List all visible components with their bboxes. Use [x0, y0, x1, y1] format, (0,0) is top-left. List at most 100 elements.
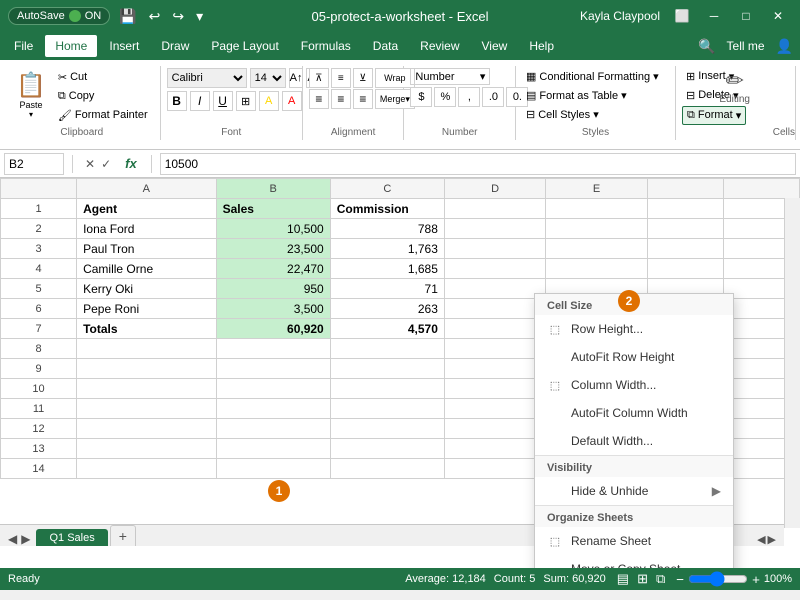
ribbon-toggle-button[interactable]: ⬜: [668, 6, 696, 26]
cell-a10[interactable]: [77, 379, 217, 399]
cell-c6[interactable]: 263: [330, 299, 444, 319]
undo-button[interactable]: ↩: [146, 7, 164, 26]
cell-a4[interactable]: Camille Orne: [77, 259, 217, 279]
cell-b6[interactable]: 3,500: [216, 299, 330, 319]
save-button[interactable]: 💾: [116, 7, 139, 26]
cell-c10[interactable]: [330, 379, 444, 399]
menu-help[interactable]: Help: [519, 35, 564, 57]
cell-a11[interactable]: [77, 399, 217, 419]
cell-d7[interactable]: [444, 319, 545, 339]
cell-c14[interactable]: [330, 459, 444, 479]
col-header-a[interactable]: A: [77, 179, 217, 199]
cell-c8[interactable]: [330, 339, 444, 359]
autofit-row-height-item[interactable]: AutoFit Row Height: [535, 343, 733, 371]
cell-reference-input[interactable]: [4, 153, 64, 175]
default-width-item[interactable]: Default Width...: [535, 427, 733, 455]
more-qa-button[interactable]: ▾: [193, 7, 206, 26]
minimize-button[interactable]: ─: [700, 6, 728, 26]
decrease-decimal-button[interactable]: .0: [482, 87, 504, 107]
fill-color-button[interactable]: A: [259, 91, 279, 111]
search-button[interactable]: 🔍: [695, 37, 718, 56]
cell-a3[interactable]: Paul Tron: [77, 239, 217, 259]
cell-f3[interactable]: [647, 239, 723, 259]
underline-button[interactable]: U: [213, 91, 233, 111]
cell-c3[interactable]: 1,763: [330, 239, 444, 259]
italic-button[interactable]: I: [190, 91, 210, 111]
cell-b8[interactable]: [216, 339, 330, 359]
cell-d13[interactable]: [444, 439, 545, 459]
menu-insert[interactable]: Insert: [99, 35, 149, 57]
cell-c1[interactable]: Commission: [330, 199, 444, 219]
cell-c13[interactable]: [330, 439, 444, 459]
vertical-scrollbar[interactable]: [784, 198, 800, 528]
col-header-b[interactable]: B: [216, 179, 330, 199]
cell-d6[interactable]: [444, 299, 545, 319]
cell-a13[interactable]: [77, 439, 217, 459]
cell-a8[interactable]: [77, 339, 217, 359]
cell-d1[interactable]: [444, 199, 545, 219]
format-as-table-button[interactable]: ▤ Format as Table ▾: [522, 87, 631, 104]
cell-c5[interactable]: 71: [330, 279, 444, 299]
page-break-view-button[interactable]: ⧉: [653, 571, 668, 587]
normal-view-button[interactable]: ▤: [614, 571, 632, 587]
comma-button[interactable]: ,: [458, 87, 480, 107]
cell-b3[interactable]: 23,500: [216, 239, 330, 259]
add-sheet-button[interactable]: +: [110, 525, 136, 546]
cell-d3[interactable]: [444, 239, 545, 259]
cell-b4[interactable]: 22,470: [216, 259, 330, 279]
cell-e2[interactable]: [546, 219, 647, 239]
cell-a12[interactable]: [77, 419, 217, 439]
cell-d8[interactable]: [444, 339, 545, 359]
cell-a5[interactable]: Kerry Oki: [77, 279, 217, 299]
copy-button[interactable]: ⧉Copy: [54, 88, 152, 105]
tab-prev-button[interactable]: ◀: [757, 533, 765, 546]
cell-d9[interactable]: [444, 359, 545, 379]
sheet-tab-q1sales[interactable]: Q1 Sales: [36, 529, 107, 546]
cell-f4[interactable]: [647, 259, 723, 279]
align-right-button[interactable]: ≡: [353, 89, 373, 109]
close-button[interactable]: ✕: [764, 6, 792, 26]
col-header-g[interactable]: [723, 179, 799, 199]
align-center-button[interactable]: ≡: [331, 89, 351, 109]
sheet-scroll-left-button[interactable]: ◀: [8, 532, 17, 546]
move-copy-item[interactable]: Move or Copy Sheet...: [535, 555, 733, 568]
cell-c9[interactable]: [330, 359, 444, 379]
menu-home[interactable]: Home: [45, 35, 97, 57]
cell-d11[interactable]: [444, 399, 545, 419]
cell-c4[interactable]: 1,685: [330, 259, 444, 279]
align-bottom-button[interactable]: ⊻: [353, 68, 373, 88]
align-middle-button[interactable]: ≡: [331, 68, 351, 88]
font-grow-button[interactable]: A↑: [289, 68, 304, 88]
percent-button[interactable]: %: [434, 87, 456, 107]
col-header-c[interactable]: C: [330, 179, 444, 199]
font-name-select[interactable]: Calibri: [167, 68, 247, 88]
cell-e1[interactable]: [546, 199, 647, 219]
cell-f1[interactable]: [647, 199, 723, 219]
format-button[interactable]: ⧉ Format ▾: [682, 106, 746, 125]
bold-button[interactable]: B: [167, 91, 187, 111]
cell-b7[interactable]: 60,920: [216, 319, 330, 339]
accounting-button[interactable]: $: [410, 87, 432, 107]
menu-data[interactable]: Data: [363, 35, 408, 57]
borders-button[interactable]: ⊞: [236, 91, 256, 111]
cell-f2[interactable]: [647, 219, 723, 239]
redo-button[interactable]: ↪: [169, 7, 187, 26]
cell-d4[interactable]: [444, 259, 545, 279]
cell-c2[interactable]: 788: [330, 219, 444, 239]
menu-draw[interactable]: Draw: [151, 35, 199, 57]
cut-button[interactable]: ✂Cut: [54, 69, 152, 86]
col-header-f[interactable]: [647, 179, 723, 199]
number-format-select[interactable]: Number ▾: [410, 68, 490, 85]
cell-b12[interactable]: [216, 419, 330, 439]
cell-b2[interactable]: 10,500: [216, 219, 330, 239]
hide-unhide-item[interactable]: Hide & Unhide ▶: [535, 477, 733, 505]
share-button[interactable]: 👤: [773, 37, 796, 56]
tab-next-button[interactable]: ▶: [768, 533, 776, 546]
row-height-item[interactable]: ⬚ Row Height...: [535, 315, 733, 343]
cell-e4[interactable]: [546, 259, 647, 279]
cell-a6[interactable]: Pepe Roni: [77, 299, 217, 319]
formula-input[interactable]: [160, 153, 796, 175]
zoom-out-button[interactable]: −: [676, 572, 684, 587]
cell-d5[interactable]: [444, 279, 545, 299]
cell-a7[interactable]: Totals: [77, 319, 217, 339]
